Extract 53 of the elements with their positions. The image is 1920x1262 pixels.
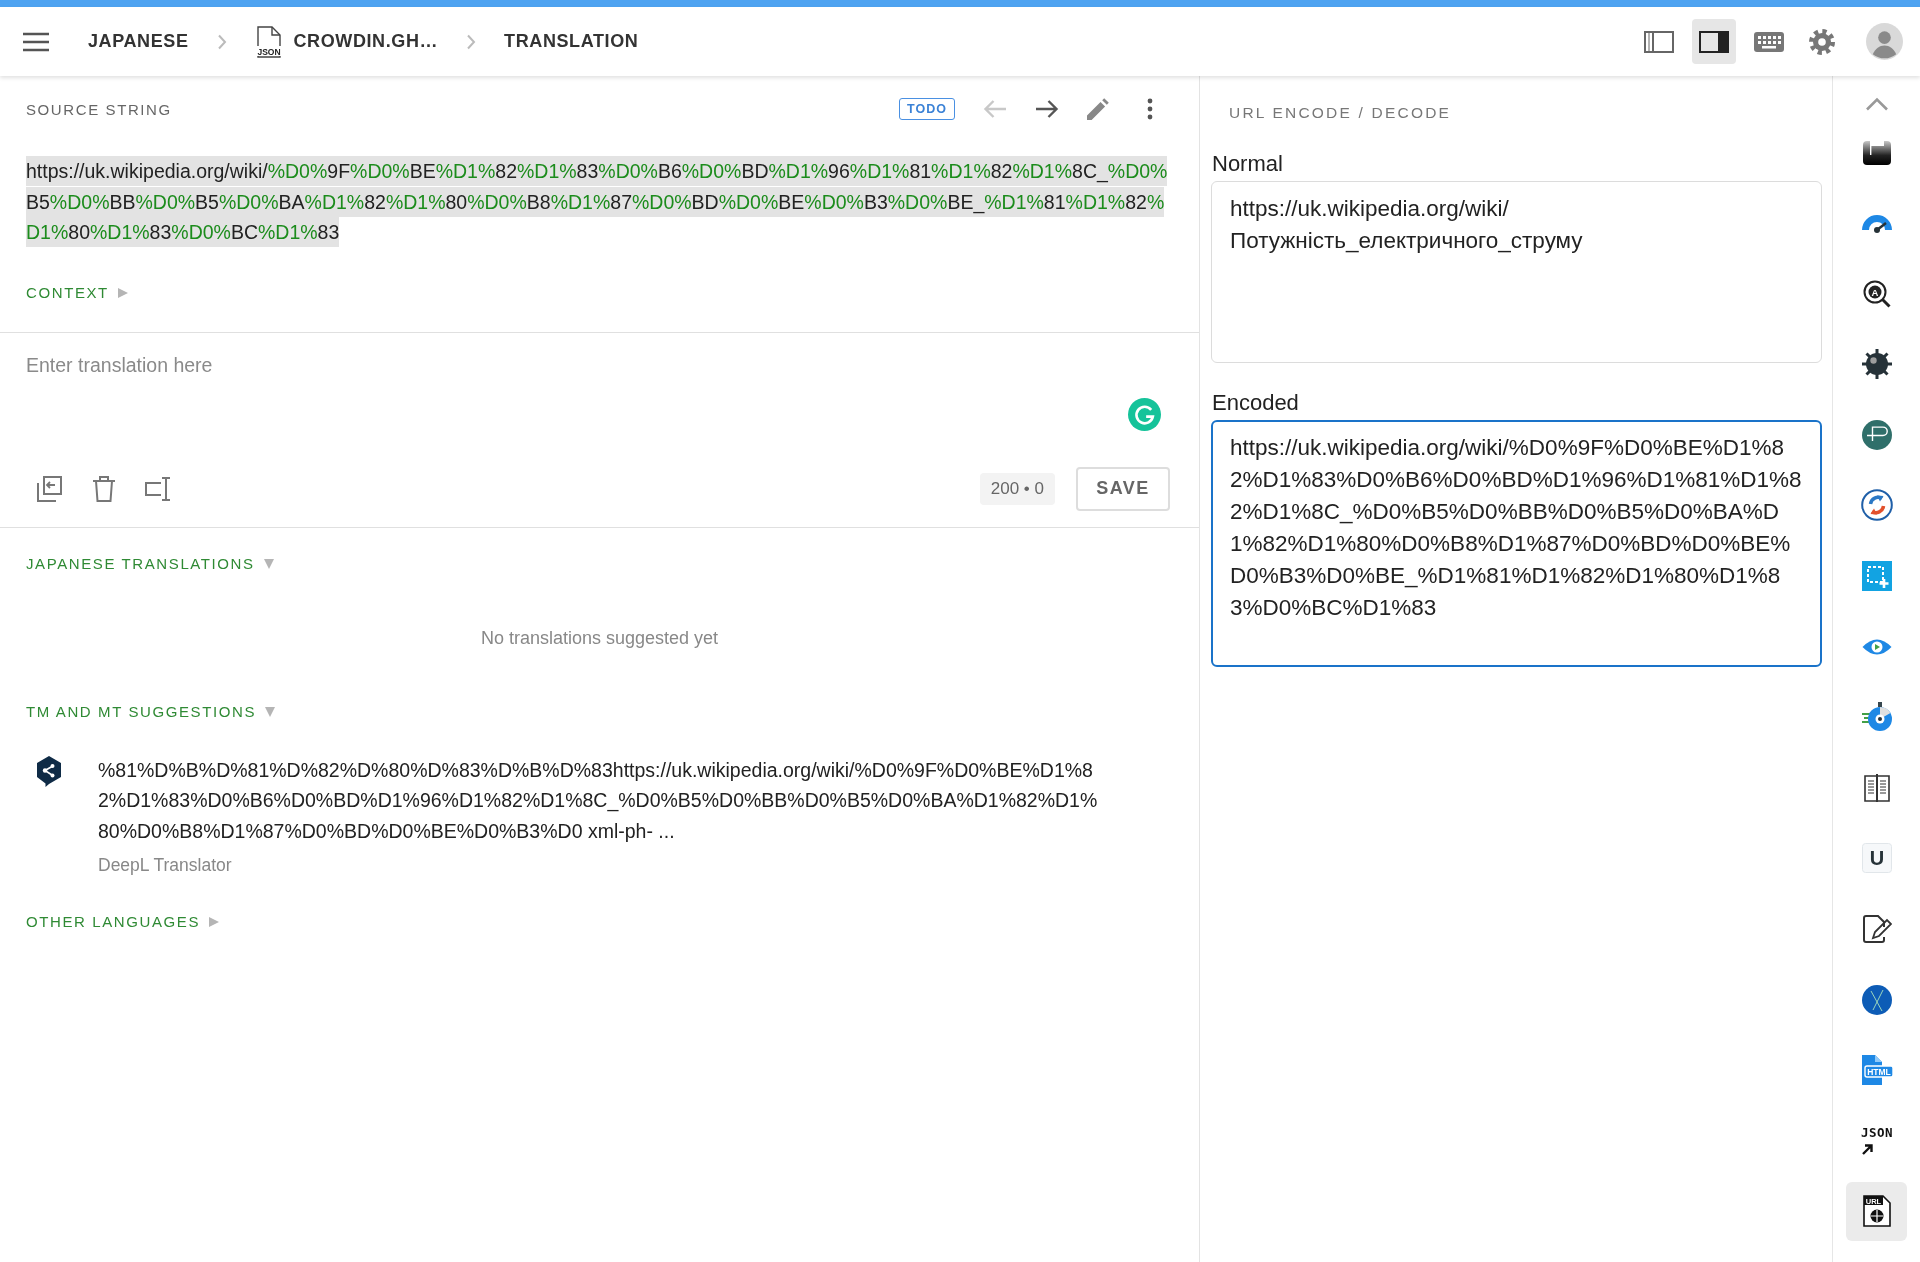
keyboard-icon[interactable] bbox=[1754, 31, 1784, 52]
text-area-field[interactable]: https://uk.wikipedia.org/wiki/%D0%9F%D0%BE%D1%82%D1%83%D0%B6%D0%BD%D1%96%D1%81%D1%82%D1%8C_%D0%B5%D0%BB%D0%B5%D0%BA%D1%82%D1%80%D0%B8%D1%87%D0%BD%D0%BE%D0%B3%D0%BE_%D1%81%D1%82%D1%80%D1%83%D0%BC%D1%83 bbox=[1211, 420, 1822, 667]
selection-icon bbox=[1861, 561, 1892, 592]
right-panel-icon bbox=[1699, 30, 1729, 53]
file-icon: JSON bbox=[254, 25, 283, 58]
suggestion-text[interactable]: %81%D%B%D%81%D%82%D%80%D%83%D%B%D%83https://uk.wikipedia.org/wiki/%D0%9F%D0%BE%D1%82%D1%83%D0%B6%D0%BD%D1%96%D1%82%D1%8C_%D0%B5%D0%BB%D0%B5%D0%BA%D1%82%D1%80%D0%B8%D1%87%D0%BD%D0%BE%D0%B3%D0 xml-ph- ... bbox=[98, 754, 1108, 847]
character-counter: 200 • 0 bbox=[979, 472, 1055, 505]
chevron-right-icon bbox=[466, 33, 477, 50]
extension-button[interactable]: A bbox=[1846, 264, 1907, 324]
stopwatch-icon bbox=[1860, 702, 1893, 733]
breadcrumb-item[interactable]: JAPANESE bbox=[88, 31, 189, 52]
breadcrumb-item[interactable]: TRANSLATION bbox=[504, 31, 639, 52]
field-label: Encoded bbox=[1212, 389, 1300, 417]
section-title: SOURCE STRING bbox=[26, 100, 172, 118]
edit-document-icon bbox=[1861, 914, 1892, 945]
spiked-ball-icon bbox=[1860, 348, 1893, 381]
crossed-circle-icon bbox=[1861, 984, 1892, 1015]
delete-icon[interactable] bbox=[90, 474, 118, 503]
chevron-up-icon[interactable] bbox=[1864, 97, 1889, 111]
letter-tile-icon: U bbox=[1861, 843, 1892, 874]
sync-icon bbox=[1860, 489, 1893, 522]
settings-icon[interactable] bbox=[1808, 27, 1836, 56]
save-button[interactable]: SAVE bbox=[1076, 466, 1170, 511]
bracket-circle-icon bbox=[1861, 419, 1892, 450]
text-cursor-icon[interactable] bbox=[145, 474, 173, 503]
gauge-icon bbox=[1860, 213, 1893, 233]
field-label: Normal bbox=[1212, 150, 1284, 178]
section-toggle[interactable]: TM AND MT SUGGESTIONS bbox=[26, 703, 256, 721]
more-icon[interactable] bbox=[1147, 98, 1153, 120]
pencil-icon[interactable] bbox=[1087, 98, 1109, 120]
panel-title: URL ENCODE / DECODE bbox=[1228, 103, 1453, 123]
breadcrumb-item[interactable]: CROWDIN.GH… bbox=[293, 31, 439, 52]
text-area-field[interactable]: https://uk.wikipedia.org/wiki/Потужність_електричного_струму bbox=[1211, 181, 1822, 363]
chevron-right-icon bbox=[216, 33, 227, 50]
copy-icon[interactable] bbox=[35, 474, 63, 503]
gradient-tile-icon bbox=[1862, 140, 1891, 165]
round-logo-icon[interactable] bbox=[1128, 397, 1161, 431]
left-panel-icon bbox=[1644, 30, 1674, 53]
extension-button[interactable]: HTML bbox=[1846, 1040, 1907, 1100]
empty-message: No translations suggested yet bbox=[479, 626, 720, 650]
section-toggle[interactable]: JAPANESE TRANSLATIONS bbox=[26, 555, 255, 573]
layout-toggle-button[interactable] bbox=[1692, 19, 1736, 64]
section-toggle[interactable]: CONTEXT bbox=[26, 284, 109, 302]
share-bubble-icon bbox=[35, 754, 63, 787]
extension-button[interactable]: JSON bbox=[1846, 1111, 1907, 1171]
extension-button[interactable]: U bbox=[1846, 828, 1907, 888]
status-badge: TODO bbox=[899, 98, 955, 120]
avatar-icon[interactable] bbox=[1866, 23, 1903, 60]
menu-icon[interactable] bbox=[22, 31, 50, 52]
suggestion-source: DeepL Translator bbox=[98, 853, 232, 877]
book-icon bbox=[1863, 772, 1890, 803]
section-toggle[interactable]: OTHER LANGUAGES bbox=[26, 913, 201, 931]
arrow-right-icon[interactable] bbox=[1035, 99, 1059, 119]
